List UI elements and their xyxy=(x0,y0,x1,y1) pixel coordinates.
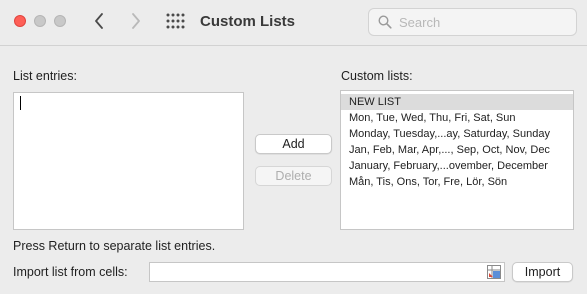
search-input[interactable] xyxy=(399,13,569,32)
search-icon xyxy=(378,15,392,29)
show-all-button[interactable] xyxy=(165,12,187,32)
text-caret xyxy=(20,96,21,110)
custom-list-item-short-days[interactable]: Mon, Tue, Wed, Thu, Fri, Sat, Sun xyxy=(341,110,573,126)
list-entries-input[interactable] xyxy=(14,93,243,229)
forward-button[interactable] xyxy=(125,9,147,33)
custom-lists-label: Custom lists: xyxy=(341,69,413,83)
import-cells-field[interactable] xyxy=(149,262,505,282)
separator-hint: Press Return to separate list entries. xyxy=(13,239,216,253)
custom-lists-box[interactable]: NEW LIST Mon, Tue, Wed, Thu, Fri, Sat, S… xyxy=(340,90,574,230)
delete-button[interactable]: Delete xyxy=(255,166,332,186)
add-button[interactable]: Add xyxy=(255,134,332,154)
back-button[interactable] xyxy=(88,9,110,33)
title-bar: Custom Lists xyxy=(0,0,587,46)
import-cells-input[interactable] xyxy=(150,263,480,281)
minimize-window-button[interactable] xyxy=(34,15,46,27)
window-title: Custom Lists xyxy=(200,13,296,30)
custom-list-item-new-list[interactable]: NEW LIST xyxy=(341,94,573,110)
list-entries-box[interactable] xyxy=(13,92,244,230)
grid-icon xyxy=(166,13,185,29)
custom-list-item-short-months[interactable]: Jan, Feb, Mar, Apr,..., Sep, Oct, Nov, D… xyxy=(341,142,573,158)
custom-list-item-long-months[interactable]: January, February,...ovember, December xyxy=(341,158,573,174)
import-button[interactable]: Import xyxy=(512,262,573,282)
custom-list-item-swedish-days[interactable]: Mån, Tis, Ons, Tor, Fre, Lör, Sön xyxy=(341,174,573,190)
import-cells-label: Import list from cells: xyxy=(13,265,128,279)
list-entries-label: List entries: xyxy=(13,69,77,83)
custom-list-item-long-days[interactable]: Monday, Tuesday,...ay, Saturday, Sunday xyxy=(341,126,573,142)
search-field[interactable] xyxy=(368,8,577,36)
close-window-button[interactable] xyxy=(14,15,26,27)
cell-range-picker-icon[interactable] xyxy=(487,265,501,279)
zoom-window-button[interactable] xyxy=(54,15,66,27)
chevron-left-icon xyxy=(95,13,103,29)
chevron-right-icon xyxy=(132,13,140,29)
